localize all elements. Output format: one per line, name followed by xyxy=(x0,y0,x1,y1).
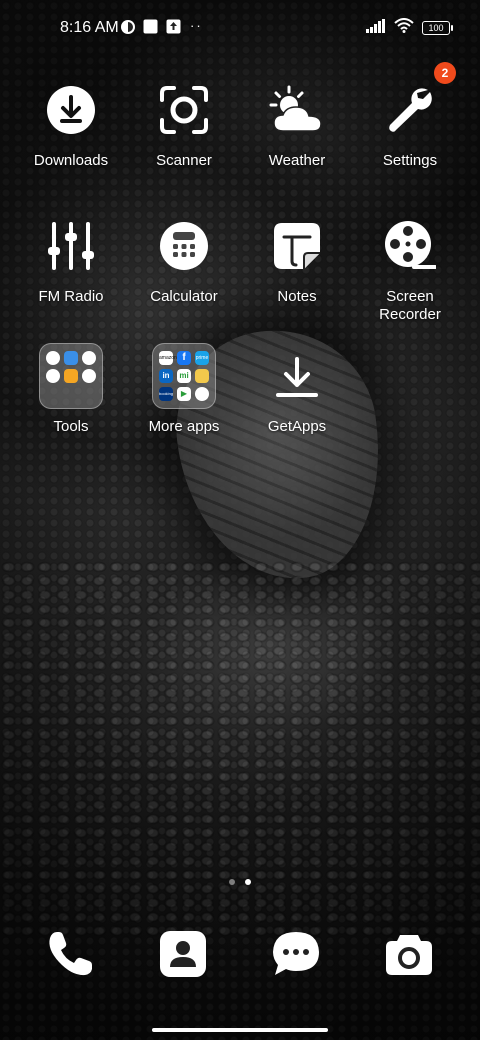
status-time: 8:16 AM xyxy=(60,19,119,36)
notification-badge: 2 xyxy=(434,62,456,84)
message-icon xyxy=(270,929,322,984)
more-notifications-icon: ·· xyxy=(190,18,203,33)
calculator-icon xyxy=(152,214,216,278)
page-dot-active[interactable] xyxy=(245,879,251,885)
app-screen-recorder[interactable]: Screen Recorder xyxy=(355,214,465,324)
mini-booking-icon: booking xyxy=(159,387,173,401)
app-calculator[interactable]: Calculator xyxy=(129,214,239,306)
app-label: Tools xyxy=(53,418,89,435)
app-label: GetApps xyxy=(267,418,327,435)
mini-calendar-icon xyxy=(64,369,78,383)
app-notes[interactable]: Notes xyxy=(242,214,352,306)
dock-camera[interactable] xyxy=(383,930,435,982)
mini-infinity-icon xyxy=(64,351,78,365)
app-fm-radio[interactable]: FM Radio xyxy=(16,214,126,306)
mini-compass-icon xyxy=(82,351,96,365)
mini-prime-icon: prime xyxy=(195,351,209,365)
dock-phone[interactable] xyxy=(44,930,96,982)
app-label: Weather xyxy=(268,152,326,169)
folder-more-apps[interactable]: amazon f prime in mi booking ▶ More apps xyxy=(129,343,239,436)
wifi-icon xyxy=(394,18,414,38)
phone-icon xyxy=(45,929,95,984)
wrench-icon: 2 xyxy=(378,62,456,142)
camera-icon xyxy=(384,929,434,984)
download-icon xyxy=(39,78,103,142)
signal-icon xyxy=(366,18,386,38)
folder-icon xyxy=(39,343,103,409)
notes-icon xyxy=(265,214,329,278)
dock-contacts[interactable] xyxy=(157,930,209,982)
mini-settings-icon xyxy=(46,351,60,365)
app-downloads[interactable]: Downloads xyxy=(16,78,126,170)
status-bar: 8:16 AM ·· 100 xyxy=(0,0,480,56)
mini-play-icon: ▶ xyxy=(177,387,191,401)
mini-mi-icon: mi xyxy=(177,369,191,383)
app-label: FM Radio xyxy=(38,288,104,305)
gesture-navigation-bar[interactable] xyxy=(152,1028,328,1032)
mini-plus-icon xyxy=(82,369,96,383)
app-label: Scanner xyxy=(156,152,212,169)
notification-square-icon xyxy=(143,19,158,39)
mini-help-icon xyxy=(46,369,60,383)
weather-icon xyxy=(265,78,329,142)
app-settings[interactable]: 2 Settings xyxy=(355,62,465,170)
upload-notification-icon xyxy=(166,19,181,39)
page-dot[interactable] xyxy=(229,879,235,885)
app-label: More apps xyxy=(148,418,220,435)
equalizer-icon xyxy=(39,214,103,278)
page-indicator xyxy=(0,879,480,885)
download-arrow-icon xyxy=(265,344,329,408)
mini-app-icon xyxy=(195,369,209,383)
mini-app-icon xyxy=(195,387,209,401)
app-scanner[interactable]: Scanner xyxy=(129,78,239,170)
mi-account-icon xyxy=(120,19,136,40)
battery-icon: 100 xyxy=(422,21,453,35)
app-label: Calculator xyxy=(150,288,218,305)
app-label: Settings xyxy=(382,152,438,169)
folder-tools[interactable]: Tools xyxy=(16,343,126,436)
film-reel-icon xyxy=(378,214,442,278)
app-getapps[interactable]: GetApps xyxy=(242,344,352,436)
dock-messages[interactable] xyxy=(270,930,322,982)
app-label: Notes xyxy=(277,288,317,305)
app-weather[interactable]: Weather xyxy=(242,78,352,170)
mini-linkedin-icon: in xyxy=(159,369,173,383)
folder-icon: amazon f prime in mi booking ▶ xyxy=(152,343,216,409)
scanner-icon xyxy=(152,78,216,142)
app-label: Downloads xyxy=(33,152,109,169)
app-label: Screen Recorder xyxy=(379,288,441,323)
contacts-icon xyxy=(158,929,208,984)
mini-facebook-icon: f xyxy=(177,351,191,365)
mini-amazon-icon: amazon xyxy=(159,351,177,365)
